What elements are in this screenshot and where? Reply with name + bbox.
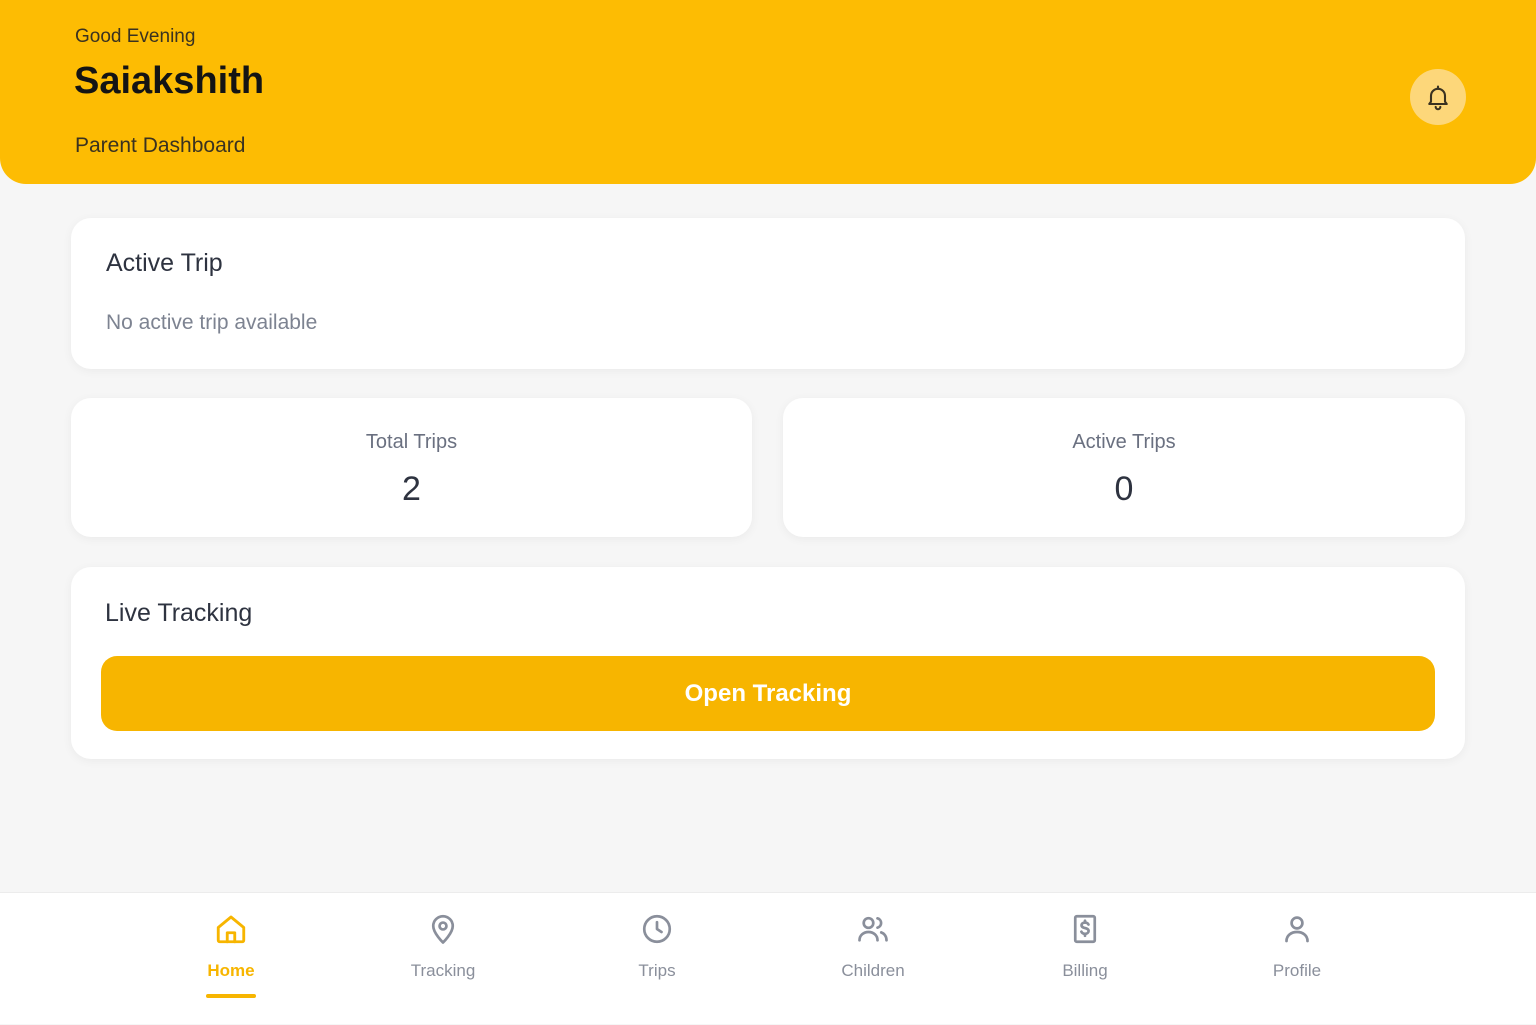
home-icon: [216, 915, 246, 944]
nav-item-profile[interactable]: Profile: [1227, 893, 1367, 1025]
nav-label-children: Children: [841, 961, 905, 980]
nav-item-billing[interactable]: Billing: [1015, 893, 1155, 1025]
nav-item-home[interactable]: Home: [161, 893, 301, 1025]
user-name: Saiakshith: [74, 60, 265, 102]
live-tracking-title: Live Tracking: [105, 599, 253, 627]
nav-item-trips[interactable]: Trips: [587, 893, 727, 1025]
nav-label-tracking: Tracking: [410, 961, 476, 980]
notifications-button[interactable]: [1410, 69, 1466, 125]
total-trips-value: 2: [402, 470, 421, 508]
bell-icon: [1428, 85, 1448, 111]
active-trips-label: Active Trips: [1072, 431, 1176, 453]
nav-label-profile: Profile: [1272, 961, 1322, 980]
active-trip-title: Active Trip: [106, 249, 223, 277]
active-tab-indicator: [206, 994, 256, 998]
user-icon: [1285, 916, 1309, 943]
greeting: Good Evening: [75, 26, 196, 47]
nav-item-children[interactable]: Children: [803, 893, 943, 1025]
bottom-nav: Home Tracking Trips Children Billing Pro…: [0, 892, 1536, 1024]
billing-icon: [1073, 914, 1097, 944]
map-pin-icon: [431, 914, 455, 944]
active-trips-card: Active Trips 0: [783, 398, 1465, 537]
open-tracking-button[interactable]: Open Tracking: [101, 656, 1435, 731]
nav-item-tracking[interactable]: Tracking: [373, 893, 513, 1025]
dashboard-subtitle: Parent Dashboard: [75, 134, 246, 157]
users-icon: [858, 916, 888, 942]
total-trips-label: Total Trips: [365, 431, 458, 453]
active-trips-value: 0: [1114, 470, 1134, 508]
clock-icon: [642, 914, 672, 944]
live-tracking-card: Live Tracking Open Tracking: [71, 567, 1465, 759]
nav-label-billing: Billing: [1062, 961, 1108, 980]
active-trip-card: Active Trip No active trip available: [71, 218, 1465, 369]
active-trip-empty-text: No active trip available: [106, 311, 318, 334]
nav-label-home: Home: [207, 961, 255, 980]
total-trips-card: Total Trips 2: [71, 398, 752, 537]
nav-label-trips: Trips: [638, 961, 676, 980]
header: Good Evening Saiakshith Parent Dashboard: [0, 0, 1536, 184]
